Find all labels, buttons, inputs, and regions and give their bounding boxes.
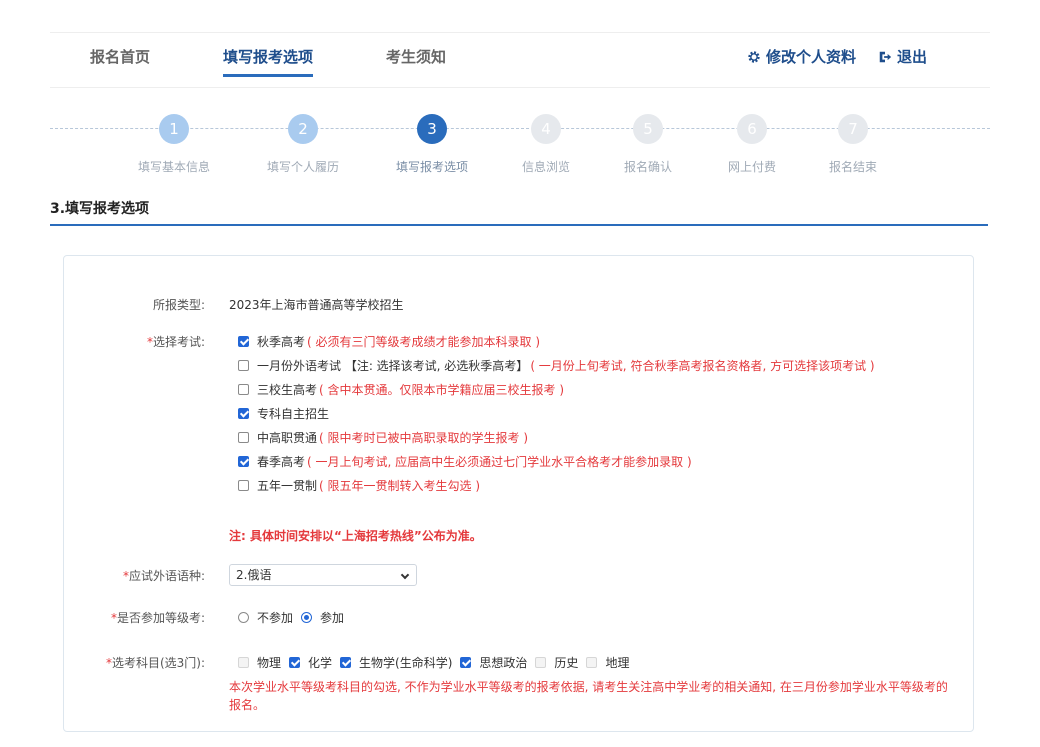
schedule-note: 注: 具体时间安排以“上海招考热线”公布为准。	[229, 529, 482, 543]
exam-option[interactable]: 专科自主招生	[238, 405, 329, 422]
subject-checkbox[interactable]	[586, 657, 598, 668]
step-2-circle: 2	[288, 114, 318, 144]
nav-fill-options[interactable]: 填写报考选项	[223, 46, 314, 77]
exam-checkbox[interactable]	[238, 360, 249, 371]
subject-checkbox[interactable]	[289, 657, 301, 668]
exam-checkbox[interactable]	[238, 480, 249, 491]
subject-option[interactable]: 历史	[535, 654, 578, 671]
exam-checkbox[interactable]	[238, 456, 249, 467]
step-1-circle: 1	[159, 114, 189, 144]
radio-no[interactable]	[238, 612, 249, 623]
exam-note: ( 含中本贯通。仅限本市学籍应届三校生报考 )	[319, 383, 565, 397]
top-nav: 报名首页 填写报考选项 考生须知 修改个人资料 退出	[50, 32, 990, 88]
radio-yes[interactable]	[301, 612, 313, 623]
exam-checkbox[interactable]	[238, 408, 249, 419]
exam-note: ( 一月上旬考试, 应届高中生必须通过七门学业水平合格考才能参加录取 )	[307, 455, 692, 469]
chevron-down-icon	[400, 570, 410, 580]
gear-icon	[748, 50, 760, 63]
edit-profile-label: 修改个人资料	[766, 48, 857, 66]
step-2-label: 填写个人履历	[266, 160, 339, 174]
step-5-circle: 5	[633, 114, 663, 144]
exam-option[interactable]: 五年一贯制( 限五年一贯制转入考生勾选 )	[238, 477, 480, 494]
exam-note: ( 限中考时已被中高职录取的学生报考 )	[319, 431, 529, 445]
foreign-language-select[interactable]: 2.俄语	[229, 564, 417, 586]
subject-option[interactable]: 化学	[289, 654, 332, 671]
subject-option[interactable]: 思想政治	[460, 654, 527, 671]
section-divider	[50, 224, 988, 226]
nav-home[interactable]: 报名首页	[90, 46, 150, 67]
section-title: 3.填写报考选项	[50, 201, 150, 217]
subject-checkbox[interactable]	[340, 657, 352, 668]
grade-option-yes[interactable]: 参加	[301, 609, 344, 626]
grade-option-no[interactable]: 不参加	[238, 609, 293, 626]
exam-name: 五年一贯制	[257, 479, 318, 493]
subject-label: 地理	[605, 656, 630, 670]
exam-note: ( 必须有三门等级考成绩才能参加本科录取 )	[307, 335, 541, 349]
grade-label: *是否参加等级考:	[110, 611, 205, 625]
type-label: 所报类型:	[152, 298, 205, 312]
exam-option[interactable]: 中高职贯通( 限中考时已被中高职录取的学生报考 )	[238, 429, 528, 446]
lang-label: *应试外语语种:	[122, 569, 205, 583]
exam-option[interactable]: 秋季高考( 必须有三门等级考成绩才能参加本科录取 )	[238, 333, 540, 350]
step-4-circle: 4	[531, 114, 561, 144]
subject-option[interactable]: 生物学(生命科学)	[340, 654, 452, 671]
exam-note: ( 限五年一贯制转入考生勾选 )	[319, 479, 481, 493]
subject-checkbox[interactable]	[535, 657, 547, 668]
step-3-label: 填写报考选项	[395, 160, 468, 174]
foreign-language-value: 2.俄语	[236, 568, 272, 582]
exam-note: ( 一月份上旬考试, 符合秋季高考报名资格者, 方可选择该项考试 )	[530, 359, 875, 373]
exam-checkbox[interactable]	[238, 336, 249, 347]
exam-name: 中高职贯通	[257, 431, 318, 445]
logout-label: 退出	[897, 48, 928, 66]
subject-checkbox[interactable]	[460, 657, 472, 668]
step-4-label: 信息浏览	[521, 160, 570, 174]
step-5-label: 报名确认	[623, 160, 672, 174]
exam-name: 三校生高考	[257, 383, 318, 397]
subject-label: 历史	[554, 656, 579, 670]
subject-label: 物理	[257, 656, 282, 670]
step-3-circle: 3	[417, 114, 447, 144]
exam-option[interactable]: 一月份外语考试 【注: 选择该考试, 必选秋季高考】( 一月份上旬考试, 符合秋…	[238, 357, 875, 374]
exam-name: 秋季高考	[257, 335, 306, 349]
step-6-label: 网上付费	[727, 160, 776, 174]
exam-name: 春季高考	[257, 455, 306, 469]
step-7-label: 报名结束	[828, 160, 877, 174]
grade-options: 不参加 参加	[238, 609, 344, 626]
type-value: 2023年上海市普通高等学校招生	[229, 298, 404, 312]
subject-options: 物理 化学 生物学(生命科学) 思想政治 历史 地理	[238, 654, 637, 671]
subject-label: 生物学(生命科学)	[359, 656, 453, 670]
exam-option[interactable]: 春季高考( 一月上旬考试, 应届高中生必须通过七门学业水平合格考才能参加录取 )	[238, 453, 692, 470]
subjects-label: *选考科目(选3门):	[105, 656, 205, 670]
subjects-note: 本次学业水平等级考科目的勾选, 不作为学业水平等级考的报考依据, 请考生关注高中…	[229, 680, 948, 712]
exam-name: 一月份外语考试 【注: 选择该考试, 必选秋季高考】	[257, 359, 529, 373]
exam-name: 专科自主招生	[257, 407, 330, 421]
nav-notice[interactable]: 考生须知	[386, 46, 446, 67]
exam-checkbox[interactable]	[238, 432, 249, 443]
subject-label: 思想政治	[479, 656, 528, 670]
step-7-circle: 7	[838, 114, 868, 144]
exam-label: *选择考试:	[146, 335, 205, 349]
step-6-circle: 6	[737, 114, 767, 144]
exam-option[interactable]: 三校生高考( 含中本贯通。仅限本市学籍应届三校生报考 )	[238, 381, 564, 398]
subject-checkbox[interactable]	[238, 657, 249, 668]
subject-label: 化学	[308, 656, 333, 670]
logout-icon	[879, 51, 892, 62]
subject-option[interactable]: 地理	[586, 654, 629, 671]
logout-link[interactable]: 退出	[878, 46, 927, 67]
exam-checkbox[interactable]	[238, 384, 249, 395]
step-1-label: 填写基本信息	[137, 160, 210, 174]
edit-profile-link[interactable]: 修改个人资料	[747, 46, 856, 67]
subject-option[interactable]: 物理	[238, 654, 281, 671]
